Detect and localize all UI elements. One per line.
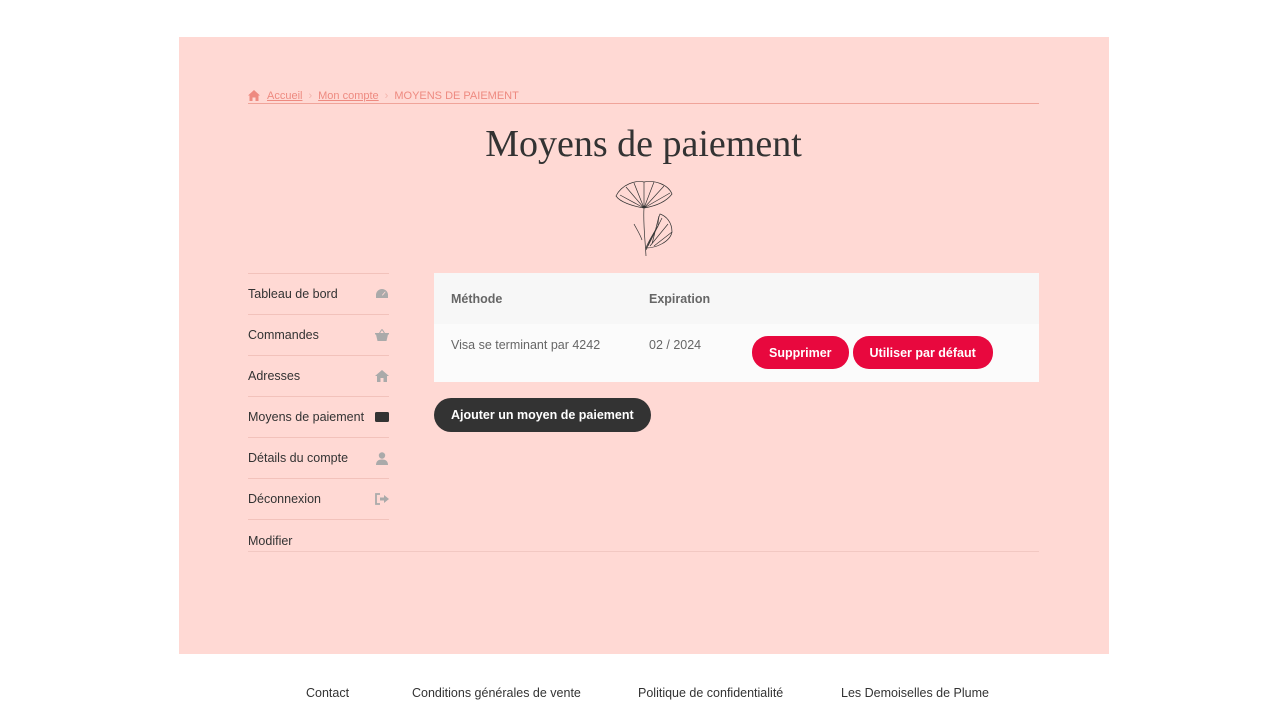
basket-icon	[375, 328, 389, 342]
sidebar-item-orders[interactable]: Commandes	[248, 314, 389, 355]
dashboard-icon	[375, 287, 389, 301]
row-actions: Supprimer Utiliser par défaut	[752, 336, 993, 369]
sidebar-item-addresses[interactable]: Adresses	[248, 355, 389, 396]
table-header: Méthode Expiration	[434, 273, 1039, 324]
sidebar-item-label: Adresses	[248, 369, 301, 383]
breadcrumb-home-link[interactable]: Accueil	[267, 90, 302, 102]
sidebar-item-account-details[interactable]: Détails du compte	[248, 437, 389, 478]
sidebar-item-logout[interactable]: Déconnexion	[248, 478, 389, 520]
credit-card-icon	[375, 410, 389, 424]
sidebar-item-label: Moyens de paiement	[248, 410, 365, 424]
sidebar-item-label: Détails du compte	[248, 451, 349, 465]
expiration-cell: 02 / 2024	[649, 338, 702, 352]
set-default-button[interactable]: Utiliser par défaut	[852, 336, 993, 369]
divider	[248, 551, 1039, 552]
home-icon	[248, 90, 260, 101]
account-navigation: Tableau de bord Commandes Adresses Moyen…	[248, 273, 389, 520]
footer-link-terms[interactable]: Conditions générales de vente	[412, 686, 581, 700]
payment-method-cell: Visa se terminant par 4242	[451, 338, 601, 352]
footer: Contact Conditions générales de vente Po…	[0, 686, 1280, 704]
footer-link-contact[interactable]: Contact	[306, 686, 349, 700]
ginkgo-leaf-illustration	[615, 181, 673, 257]
breadcrumb-account-link[interactable]: Mon compte	[318, 90, 379, 102]
sign-out-icon	[375, 492, 389, 506]
delete-button[interactable]: Supprimer	[752, 336, 849, 369]
sidebar-item-payment-methods[interactable]: Moyens de paiement	[248, 396, 389, 437]
column-header-expiration: Expiration	[649, 291, 711, 306]
page-title: Moyens de paiement	[485, 123, 802, 165]
sidebar-item-label: Déconnexion	[248, 492, 321, 506]
breadcrumb-separator: ›	[384, 89, 389, 102]
sidebar-item-label: Commandes	[248, 328, 319, 342]
edit-link[interactable]: Modifier	[248, 534, 292, 548]
breadcrumb-separator: ›	[308, 89, 313, 102]
footer-link-privacy[interactable]: Politique de confidentialité	[638, 686, 783, 700]
add-payment-method-button[interactable]: Ajouter un moyen de paiement	[434, 398, 651, 432]
payment-methods-table: Méthode Expiration Visa se terminant par…	[434, 273, 1039, 382]
breadcrumb-current: MOYENS DE PAIEMENT	[394, 89, 519, 102]
sidebar-item-label: Tableau de bord	[248, 287, 338, 301]
table-row: Visa se terminant par 4242 02 / 2024 Sup…	[434, 324, 1039, 382]
column-header-method: Méthode	[451, 291, 503, 306]
footer-link-about[interactable]: Les Demoiselles de Plume	[841, 686, 989, 700]
breadcrumb: Accueil › Mon compte › MOYENS DE PAIEMEN…	[248, 88, 1039, 104]
user-icon	[375, 451, 389, 465]
home-icon	[375, 369, 389, 383]
sidebar-item-dashboard[interactable]: Tableau de bord	[248, 273, 389, 314]
